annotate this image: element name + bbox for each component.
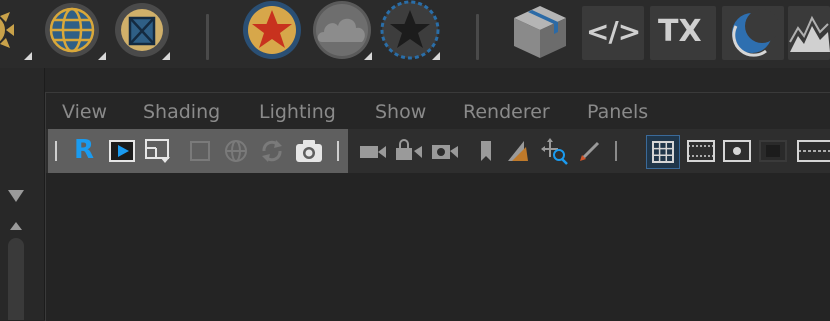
menu-panels[interactable]: Panels [587, 101, 648, 123]
moon-icon[interactable] [722, 6, 784, 60]
viewport-panel: View Shading Lighting Show Renderer Pane… [45, 92, 830, 321]
disabled-square-icon[interactable] [186, 137, 214, 165]
code-icon[interactable]: </> [582, 6, 644, 60]
red-star-icon[interactable] [240, 0, 304, 64]
viewport-canvas[interactable] [46, 173, 830, 321]
crossed-box-icon[interactable] [110, 0, 174, 64]
sun-icon[interactable] [0, 0, 18, 64]
film-gate-icon[interactable] [686, 137, 716, 165]
menu-shading[interactable]: Shading [143, 101, 220, 123]
tx-icon[interactable]: TX [650, 6, 716, 60]
toolbar-grip[interactable] [336, 137, 340, 165]
panel-menubar: View Shading Lighting Show Renderer Pane… [46, 93, 830, 127]
video-camera-icon[interactable] [358, 137, 386, 165]
globe-icon[interactable] [40, 0, 104, 64]
menu-show[interactable]: Show [375, 101, 426, 123]
scrollbar-thumb[interactable] [8, 238, 24, 320]
left-strip [0, 68, 45, 320]
terrain-icon[interactable] [788, 6, 830, 60]
dropdown-arrow-icon[interactable] [4, 186, 28, 206]
pick-icon[interactable] [576, 137, 604, 165]
move-search-icon[interactable] [540, 137, 568, 165]
menu-renderer[interactable]: Renderer [463, 101, 550, 123]
shelf-separator [476, 14, 479, 60]
menu-indicator-icon [364, 52, 372, 60]
scroll-up-icon[interactable] [6, 218, 26, 234]
toolbar-grip[interactable] [54, 137, 58, 165]
disabled-globe-icon[interactable] [222, 137, 250, 165]
panel-toolbar: R [46, 129, 830, 173]
menu-indicator-icon [432, 52, 440, 60]
grid-icon[interactable] [646, 135, 680, 169]
camera-icon[interactable] [294, 137, 322, 165]
menu-indicator-icon [24, 52, 32, 60]
tx-label: TX [658, 14, 702, 49]
cloud-icon[interactable] [310, 0, 374, 64]
render-view-icon[interactable] [108, 137, 136, 165]
gate-mask-icon[interactable] [758, 137, 788, 165]
bookmark-icon[interactable] [472, 137, 500, 165]
shelf-bar: </> TX [0, 0, 830, 68]
resolution-gate-icon[interactable] [722, 137, 752, 165]
code-label: </> [586, 15, 641, 48]
menu-view[interactable]: View [62, 101, 107, 123]
package-icon[interactable] [508, 0, 572, 64]
disabled-refresh-icon[interactable] [258, 137, 286, 165]
menu-lighting[interactable]: Lighting [259, 101, 336, 123]
field-chart-icon[interactable] [796, 137, 830, 165]
menu-indicator-icon [162, 52, 170, 60]
camera-gear-icon[interactable] [430, 137, 458, 165]
snapshot-region-icon[interactable] [144, 137, 172, 165]
shelf-separator [206, 14, 209, 60]
menu-indicator-icon [98, 52, 106, 60]
image-plane-icon[interactable] [504, 137, 532, 165]
left-scrollbar[interactable] [6, 218, 26, 320]
toolbar-grip[interactable] [614, 137, 618, 165]
renderman-label: R [74, 135, 95, 165]
lock-camera-icon[interactable] [394, 137, 422, 165]
renderman-icon[interactable]: R [72, 135, 100, 165]
dark-star-icon[interactable] [378, 0, 442, 64]
